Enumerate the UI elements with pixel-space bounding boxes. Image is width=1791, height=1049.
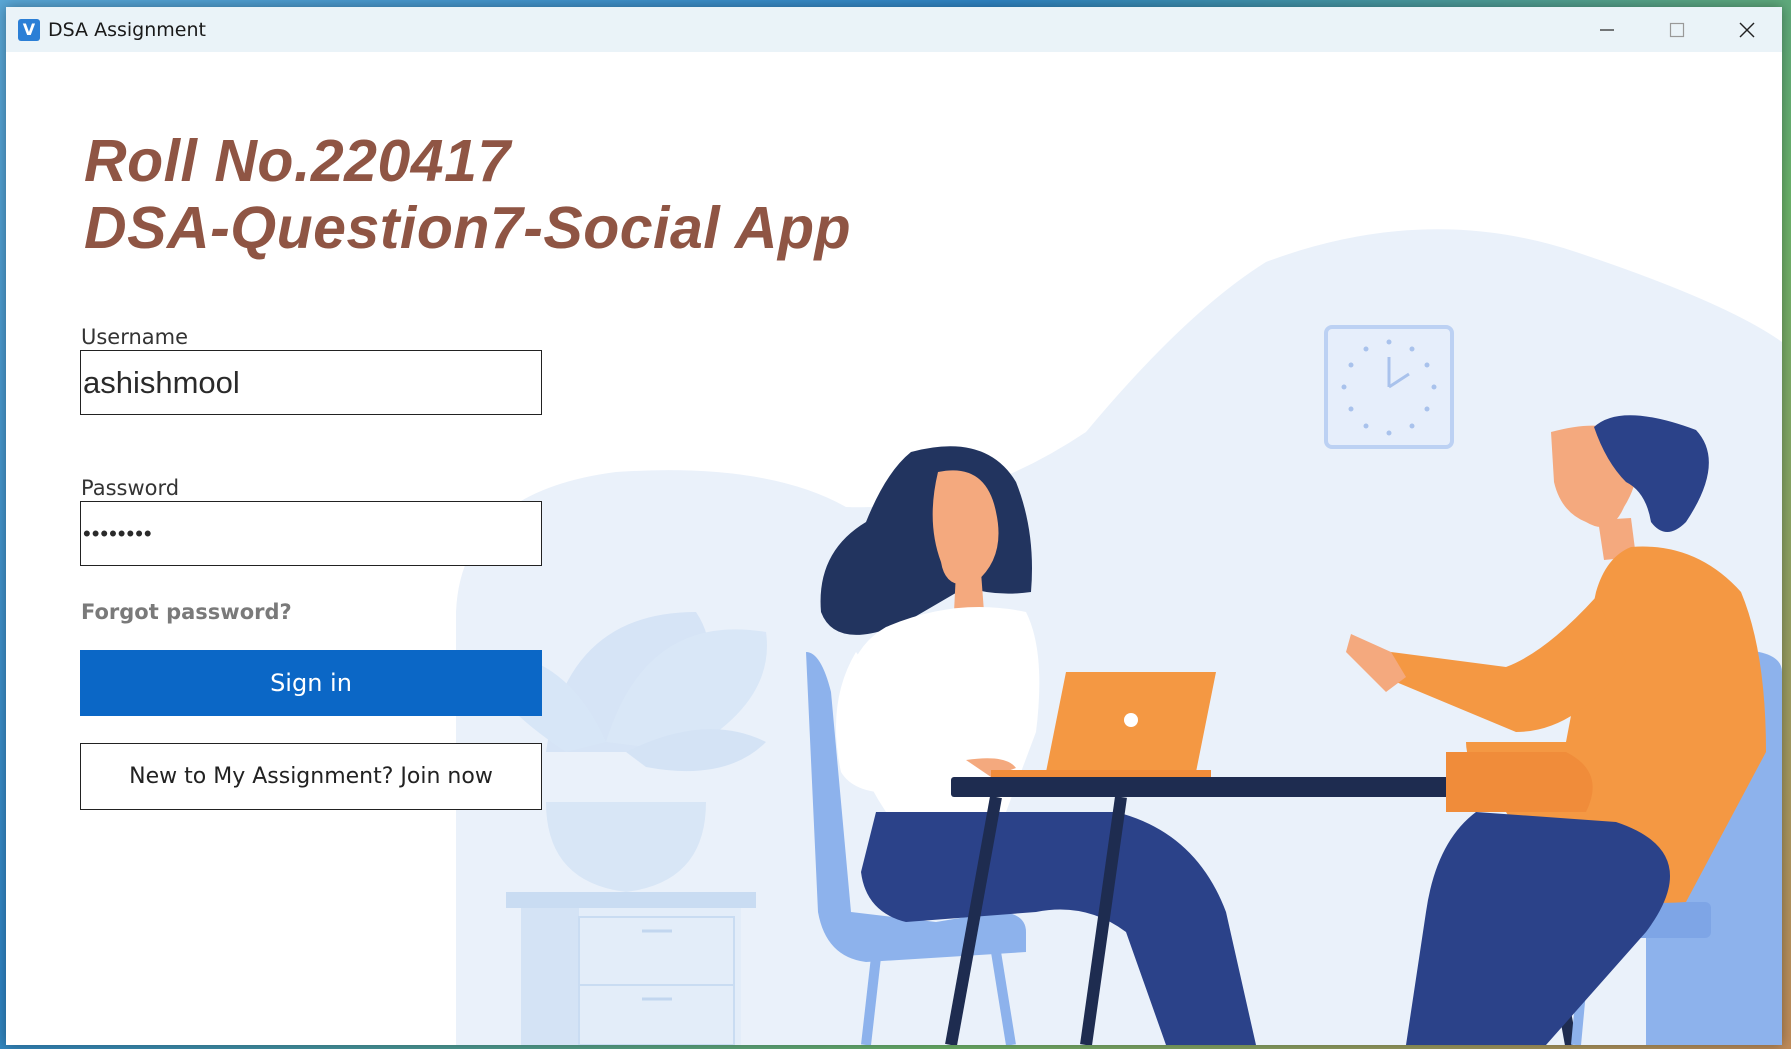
join-now-button[interactable]: New to My Assignment? Join now: [80, 743, 542, 810]
minimize-icon: [1600, 28, 1614, 31]
password-field-box: [80, 501, 542, 566]
minimize-button[interactable]: [1572, 7, 1642, 52]
page-title: Roll No.220417 DSA-Question7-Social App: [84, 128, 851, 262]
sign-in-button[interactable]: Sign in: [80, 650, 542, 716]
close-icon: [1739, 22, 1755, 37]
username-field-box: [80, 350, 542, 415]
close-button[interactable]: [1712, 7, 1782, 52]
password-label: Password: [81, 476, 180, 500]
maximize-button[interactable]: [1642, 7, 1712, 52]
app-window: V DSA Assignment Roll No.220417 DSA-Ques…: [6, 7, 1782, 1045]
maximize-icon: [1669, 22, 1685, 37]
wall-clock: [1324, 325, 1454, 449]
title-bar[interactable]: V DSA Assignment: [6, 7, 1782, 52]
username-input[interactable]: [81, 351, 541, 414]
window-title: DSA Assignment: [48, 18, 206, 41]
title-line-question: DSA-Question7-Social App: [84, 195, 852, 261]
forgot-password-link[interactable]: Forgot password?: [81, 600, 292, 624]
cabinet: [506, 892, 756, 1045]
login-page: Roll No.220417 DSA-Question7-Social App …: [6, 52, 1782, 1045]
username-label: Username: [81, 325, 189, 349]
title-line-roll: Roll No.220417: [84, 128, 511, 194]
window-controls: [1572, 7, 1782, 52]
app-icon: V: [18, 18, 40, 41]
password-input[interactable]: [81, 502, 541, 565]
